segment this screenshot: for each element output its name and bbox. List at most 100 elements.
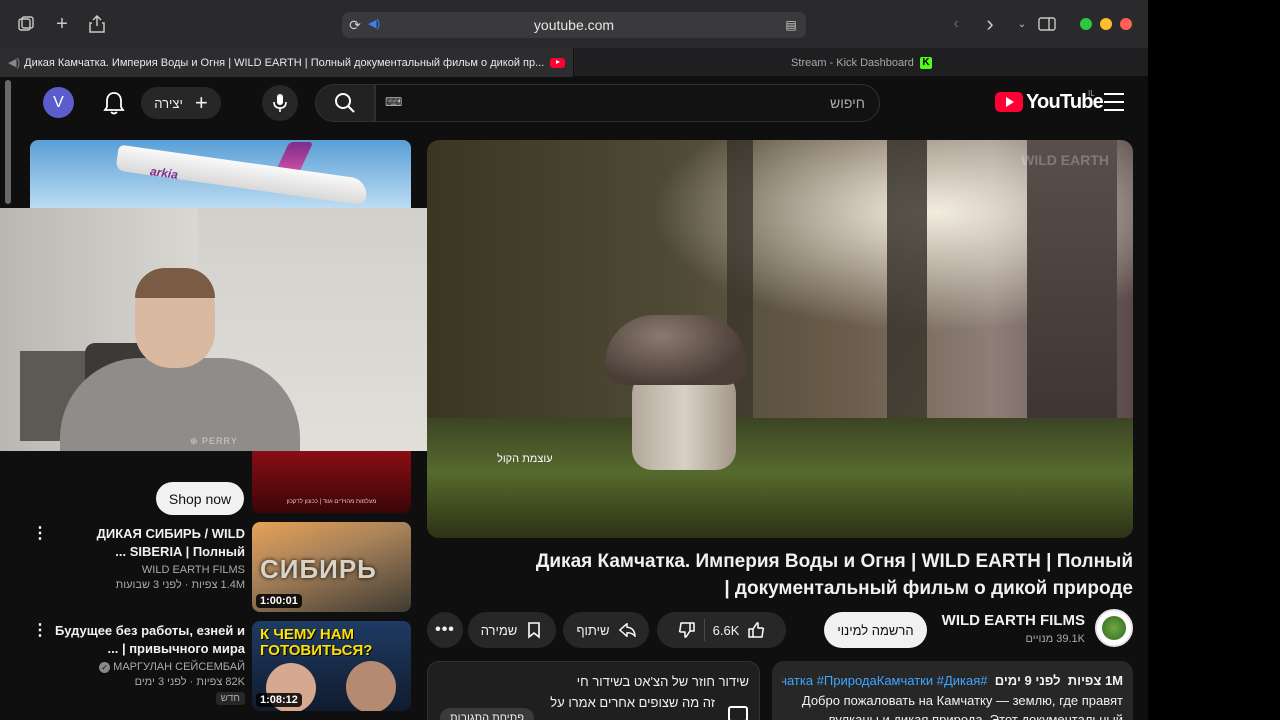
related-thumbnail[interactable]: СИБИРЬ 1:00:01 bbox=[252, 522, 411, 612]
thumbnail-text: СИБИРЬ bbox=[260, 554, 377, 584]
sweater-logo: ⊕ PERRY bbox=[190, 436, 238, 446]
upload-age: לפני 9 ימים bbox=[994, 673, 1061, 688]
hashtags[interactable]: #Камчатка #ПриродаКамчатки #Дикая bbox=[782, 673, 988, 688]
open-chat-button[interactable]: פתיחת התגובות bbox=[440, 708, 534, 720]
search-placeholder: חיפוש bbox=[830, 95, 865, 111]
share-icon[interactable] bbox=[85, 12, 109, 36]
description-meta: 1M צפיות לפני 9 ימים #Камчатка #ПриродаК… bbox=[782, 673, 1123, 688]
related-thumbnail[interactable]: К ЧЕМУ НАМ ГОТОВИТЬСЯ? 1:08:12 bbox=[252, 621, 411, 711]
thumbnail-text: К ЧЕМУ НАМ ГОТОВИТЬСЯ? bbox=[260, 626, 373, 659]
ad-banner[interactable]: arkia bbox=[30, 140, 411, 208]
related-video-info[interactable]: Будущее без работы, езней и привычного м… bbox=[50, 622, 245, 706]
back-icon[interactable]: ‹ bbox=[944, 12, 968, 36]
search-input[interactable]: חיפוש bbox=[375, 84, 880, 122]
forward-icon[interactable]: › bbox=[978, 11, 1002, 36]
plus-icon: + bbox=[194, 90, 208, 115]
view-count: 1M צפיות bbox=[1067, 673, 1123, 688]
chat-replay-box: שידור חוזר של הצ'אט בשידור חי זה מה שצופ… bbox=[427, 661, 760, 720]
save-label: שמירה bbox=[480, 622, 518, 638]
youtube-logo[interactable]: YouTube bbox=[995, 90, 1104, 114]
chat-replay-title: שידור חוזר של הצ'אט בשידור חי bbox=[576, 674, 749, 689]
related-video-title[interactable]: ДИКАЯ СИБИРЬ / WILD SIBERIA | Полный ... bbox=[50, 525, 245, 561]
youtube-favicon-icon bbox=[550, 57, 566, 68]
tab-overview-icon[interactable] bbox=[14, 12, 38, 36]
new-tab-icon[interactable]: + bbox=[50, 12, 74, 36]
webcam-person-body bbox=[60, 358, 300, 451]
zoom-button[interactable] bbox=[1080, 18, 1092, 30]
keyboard-icon[interactable]: ⌨ bbox=[385, 95, 405, 109]
description-text: Добро пожаловать на Камчатку — землю, гд… bbox=[801, 693, 1123, 720]
new-badge: חדש bbox=[215, 692, 245, 705]
ad-thumbnail-caption: מעלמות מהוידים ועוד | ככונון לדקכון bbox=[286, 499, 377, 505]
related-video-channel[interactable]: МАРГУЛАН СЕЙСЕМБАЙ ✓ bbox=[50, 661, 245, 673]
related-video-title[interactable]: Будущее без работы, езней и привычного м… bbox=[50, 622, 245, 658]
verified-icon: ✓ bbox=[99, 661, 111, 673]
channel-avatar[interactable] bbox=[1095, 609, 1133, 647]
share-arrow-icon bbox=[618, 622, 636, 638]
channel-name[interactable]: WILD EARTH FILMS bbox=[940, 612, 1085, 629]
description-box[interactable]: 1M צפיות לפני 9 ימים #Камчатка #ПриродаК… bbox=[772, 661, 1133, 720]
reload-icon[interactable]: ⟳ bbox=[346, 16, 364, 34]
voice-search-mic-icon[interactable] bbox=[262, 85, 298, 121]
video-watermark: WILD EARTH bbox=[1021, 152, 1109, 168]
tab-youtube[interactable]: ◀) Дикая Камчатка. Империя Воды и Огня |… bbox=[0, 48, 574, 77]
channel-name: МАРГУЛАН СЕЙСЕМБАЙ bbox=[113, 661, 245, 673]
address-bar[interactable]: ⟳ ◀) youtube.com ▤ bbox=[342, 12, 806, 38]
volume-tooltip: עוצמת הקול bbox=[497, 453, 553, 465]
mushroom-cap bbox=[605, 315, 747, 385]
thumbnail-face bbox=[346, 661, 396, 711]
like-dislike-group: 6.6K bbox=[657, 612, 786, 648]
account-avatar[interactable]: V bbox=[43, 87, 74, 118]
share-label: שיתוף bbox=[576, 622, 610, 638]
sidebar-toggle-icon[interactable] bbox=[1035, 12, 1059, 36]
video-player[interactable]: WILD EARTH עוצמת הקול bbox=[427, 140, 1133, 538]
minimize-button[interactable] bbox=[1100, 18, 1112, 30]
create-button[interactable]: יצירה + bbox=[141, 87, 221, 119]
video-title: Дикая Камчатка. Империя Воды и Огня | WI… bbox=[535, 551, 1133, 599]
guide-menu-icon[interactable] bbox=[1104, 93, 1124, 111]
dislike-icon[interactable] bbox=[678, 621, 696, 639]
close-button[interactable] bbox=[1120, 18, 1132, 30]
subscriber-count: 39.1K מנויים bbox=[1025, 633, 1085, 645]
more-actions-icon[interactable]: ⋮ bbox=[32, 525, 48, 543]
ad-thumbnail[interactable]: מעלמות מהוידים ועוד | ככונון לדקכון bbox=[252, 451, 411, 513]
history-chevron-icon[interactable]: ⌄ bbox=[1010, 12, 1034, 36]
reader-icon[interactable]: ▤ bbox=[782, 16, 800, 34]
page-scrollbar[interactable] bbox=[5, 80, 11, 204]
share-button[interactable]: שיתוף bbox=[563, 612, 649, 648]
related-video-info[interactable]: ДИКАЯ СИБИРЬ / WILD SIBERIA | Полный ...… bbox=[50, 525, 245, 591]
audio-playing-icon[interactable]: ◀) bbox=[368, 17, 384, 33]
more-actions-button[interactable]: ••• bbox=[427, 612, 463, 648]
shop-now-button[interactable]: Shop now bbox=[156, 482, 244, 515]
search-icon bbox=[335, 93, 355, 113]
tab-label: Дикая Камчатка. Империя Воды и Огня | WI… bbox=[24, 56, 545, 69]
like-count[interactable]: 6.6K bbox=[713, 623, 740, 638]
channel-logo-icon bbox=[1102, 616, 1126, 640]
tab-bar: ◀) Дикая Камчатка. Империя Воды и Огня |… bbox=[0, 48, 1148, 77]
more-actions-icon[interactable]: ⋮ bbox=[32, 622, 48, 640]
desktop-background bbox=[1148, 0, 1280, 720]
subscribe-button[interactable]: הרשמה למינוי bbox=[824, 612, 927, 648]
video-duration: 1:08:12 bbox=[256, 693, 302, 707]
notifications-bell-icon[interactable] bbox=[102, 90, 126, 116]
like-icon[interactable] bbox=[747, 621, 765, 639]
save-button[interactable]: שמירה bbox=[468, 612, 556, 648]
ad-brand: arkia bbox=[149, 164, 179, 182]
kick-favicon-icon: K bbox=[919, 56, 932, 69]
chat-icon bbox=[728, 706, 748, 720]
tab-label: Stream - Kick Dashboard bbox=[791, 56, 914, 69]
browser-toolbar: + ⟳ ◀) youtube.com ▤ ‹ › ⌄ bbox=[0, 0, 1148, 48]
forest-floor bbox=[427, 418, 1133, 538]
related-video-meta: 82K צפיות · לפני 3 ימים bbox=[134, 676, 245, 688]
search-button[interactable] bbox=[315, 84, 375, 122]
bookmark-icon bbox=[528, 622, 541, 639]
video-duration: 1:00:01 bbox=[256, 594, 302, 608]
youtube-header: V יצירה + חיפוש ⌨ YouTube IL bbox=[0, 78, 1148, 128]
speaker-icon[interactable]: ◀) bbox=[8, 56, 20, 69]
like-divider bbox=[703, 619, 705, 641]
create-label: יצירה bbox=[154, 95, 183, 111]
tab-kick[interactable]: Stream - Kick Dashboard K bbox=[575, 48, 1148, 77]
youtube-play-icon bbox=[995, 92, 1023, 112]
address-text: youtube.com bbox=[533, 17, 615, 33]
related-video-channel[interactable]: WILD EARTH FILMS bbox=[50, 564, 245, 576]
